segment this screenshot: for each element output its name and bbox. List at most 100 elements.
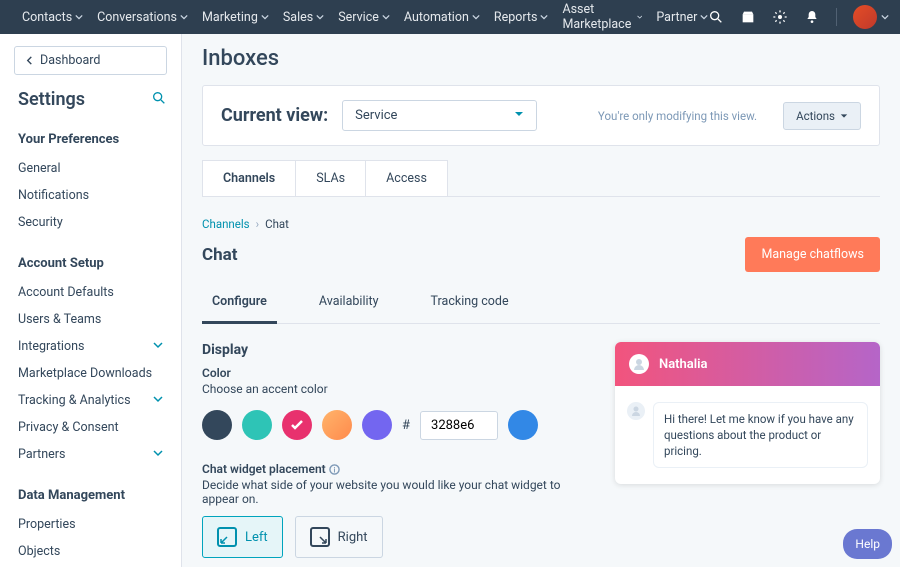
chevron-left-icon <box>25 56 34 65</box>
svg-text:i: i <box>333 466 335 475</box>
sidebar-item-privacy-consent[interactable]: Privacy & Consent <box>0 414 181 441</box>
current-view-card: Current view: Service You're only modify… <box>202 85 880 146</box>
tab-channels[interactable]: Channels <box>202 160 296 196</box>
sidebar-item-tracking-analytics[interactable]: Tracking & Analytics <box>0 387 181 414</box>
search-settings-icon[interactable] <box>151 90 167 110</box>
settings-title: Settings <box>18 89 85 110</box>
nav-service[interactable]: Service <box>338 2 390 32</box>
placement-left[interactable]: Left <box>202 516 283 558</box>
color-swatch-selected[interactable] <box>282 410 312 440</box>
subtab-label: Configure <box>212 294 267 309</box>
breadcrumb-leaf: Chat <box>265 217 289 231</box>
nav-marketing[interactable]: Marketing <box>202 2 269 32</box>
nav-label: Asset Marketplace <box>562 2 633 32</box>
subtab-availability[interactable]: Availability <box>309 288 389 323</box>
color-swatch[interactable] <box>202 410 232 440</box>
view-hint: You're only modifying this view. <box>598 109 757 123</box>
sidebar-item-general[interactable]: General <box>0 155 181 182</box>
color-preview-swatch <box>508 410 538 440</box>
current-view-select[interactable]: Service <box>342 100 537 131</box>
sidebar-item-objects[interactable]: Objects <box>0 538 181 565</box>
manage-chatflows-button[interactable]: Manage chatflows <box>745 237 880 272</box>
nav-conversations[interactable]: Conversations <box>97 2 188 32</box>
chat-subtabs: Configure Availability Tracking code <box>202 288 880 324</box>
color-swatch[interactable] <box>322 410 352 440</box>
sidebar-item-label: Privacy & Consent <box>18 420 119 435</box>
back-to-dashboard[interactable]: Dashboard <box>14 46 167 75</box>
nav-contacts[interactable]: Contacts <box>22 2 83 32</box>
caret-down-icon <box>514 108 524 123</box>
color-help: Choose an accent color <box>202 382 595 396</box>
sidebar-item-account-defaults[interactable]: Account Defaults <box>0 279 181 306</box>
sidebar-item-integrations[interactable]: Integrations <box>0 333 181 360</box>
sidebar-item-marketplace-downloads[interactable]: Marketplace Downloads <box>0 360 181 387</box>
tab-slas[interactable]: SLAs <box>296 160 366 196</box>
chevron-down-icon <box>153 339 163 354</box>
actions-button[interactable]: Actions <box>783 102 861 130</box>
color-swatch[interactable] <box>362 410 392 440</box>
hex-input[interactable] <box>420 411 498 440</box>
account-menu[interactable] <box>853 5 889 29</box>
nav-reports[interactable]: Reports <box>494 2 549 32</box>
chat-preview-column: Nathalia Hi there! Let me know if you ha… <box>615 342 880 567</box>
sidebar-item-label: Integrations <box>18 339 84 354</box>
sidebar-item-label: General <box>18 161 61 176</box>
agent-name: Nathalia <box>659 357 708 372</box>
sidebar-item-label: Objects <box>18 544 60 559</box>
chevron-down-icon <box>153 447 163 462</box>
subtab-tracking-code[interactable]: Tracking code <box>421 288 519 323</box>
help-button[interactable]: Help <box>843 529 892 559</box>
agent-avatar-icon <box>629 354 649 374</box>
search-icon[interactable] <box>708 9 724 25</box>
sidebar-item-users-teams[interactable]: Users & Teams <box>0 306 181 333</box>
inbox-tabs: Channels SLAs Access <box>202 160 880 196</box>
nav-partner[interactable]: Partner <box>656 2 708 32</box>
nav-automation[interactable]: Automation <box>404 2 480 32</box>
current-view-label: Current view: <box>221 105 328 126</box>
bell-icon[interactable] <box>804 9 820 25</box>
top-nav: Contacts Conversations Marketing Sales S… <box>0 0 900 34</box>
tab-access[interactable]: Access <box>366 160 448 196</box>
message-bubble: Hi there! Let me know if you have any qu… <box>653 402 868 468</box>
sidebar-item-notifications[interactable]: Notifications <box>0 182 181 209</box>
color-swatch[interactable] <box>242 410 272 440</box>
nav-items: Contacts Conversations Marketing Sales S… <box>22 2 708 32</box>
caret-down-icon <box>840 112 848 120</box>
sidebar-item-label: Marketplace Downloads <box>18 366 152 381</box>
sidebar-item-properties[interactable]: Properties <box>0 511 181 538</box>
data-management-heading: Data Management <box>0 484 181 511</box>
sidebar: Dashboard Settings Your Preferences Gene… <box>0 34 182 567</box>
nav-label: Automation <box>404 10 469 25</box>
sidebar-item-label: Tracking & Analytics <box>18 393 131 408</box>
sidebar-item-label: Account Defaults <box>18 285 114 300</box>
nav-label: Conversations <box>97 10 177 25</box>
nav-label: Service <box>338 10 379 25</box>
placement-left-icon <box>217 527 237 547</box>
sidebar-item-label: Notifications <box>18 188 89 203</box>
chat-preview-header: Nathalia <box>615 342 880 386</box>
subtab-label: Tracking code <box>431 294 509 309</box>
nav-sales[interactable]: Sales <box>283 2 324 32</box>
back-label: Dashboard <box>40 53 100 68</box>
sidebar-item-partners[interactable]: Partners <box>0 441 181 468</box>
subtab-configure[interactable]: Configure <box>202 288 277 324</box>
placement-label: Chat widget placement i <box>202 462 595 476</box>
info-icon[interactable]: i <box>329 462 340 476</box>
hash-symbol: # <box>402 418 410 433</box>
sidebar-item-label: Properties <box>18 517 76 532</box>
display-settings: Display Color Choose an accent color # C… <box>202 342 595 567</box>
placement-right[interactable]: Right <box>295 516 383 558</box>
marketplace-icon[interactable] <box>740 9 756 25</box>
placement-label-text: Right <box>338 530 368 545</box>
nav-label: Reports <box>494 10 538 25</box>
placement-label-text: Left <box>245 530 268 545</box>
sidebar-item-security[interactable]: Security <box>0 209 181 236</box>
breadcrumb-root[interactable]: Channels <box>202 217 250 231</box>
tab-label: SLAs <box>316 171 345 186</box>
nav-asset-marketplace[interactable]: Asset Marketplace <box>562 2 642 32</box>
gear-icon[interactable] <box>772 9 788 25</box>
placement-help: Decide what side of your website you wou… <box>202 478 595 506</box>
breadcrumb-sep: › <box>256 217 259 231</box>
account-setup-heading: Account Setup <box>0 252 181 279</box>
message-avatar-icon <box>627 402 645 420</box>
